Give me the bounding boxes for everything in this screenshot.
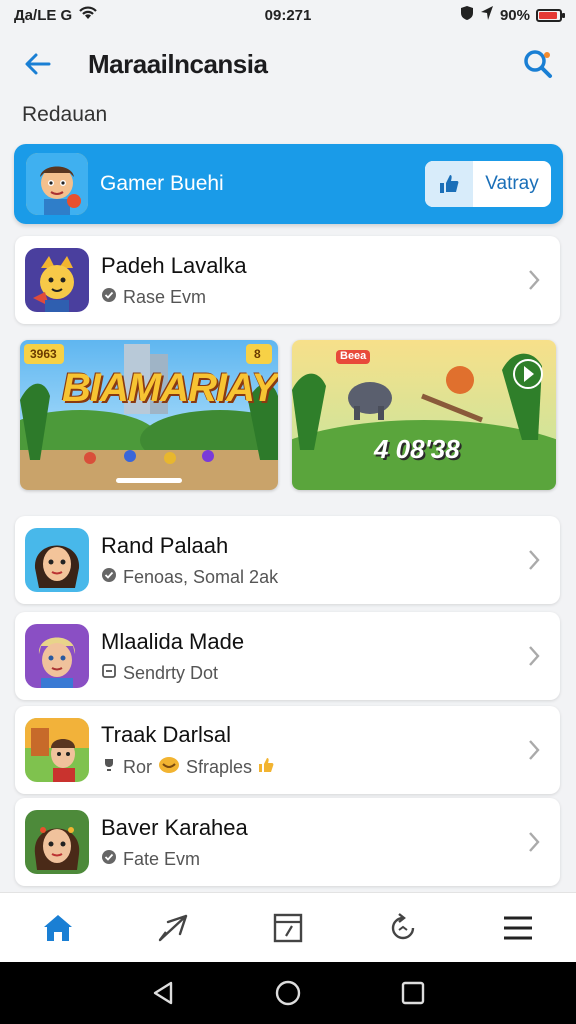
system-home-button[interactable] — [266, 971, 310, 1015]
featured-view-label: Vatray — [485, 173, 539, 194]
item-subtitle: Ror — [123, 756, 153, 777]
featured-card[interactable]: Gamer Buehi Vatray — [14, 144, 563, 224]
list-item-padeh[interactable]: Padeh Lavalka Rase Evm — [15, 236, 560, 324]
chevron-right-icon — [522, 644, 546, 668]
chevron-right-icon — [522, 830, 546, 854]
game-banner-right[interactable]: Beea 4 08'38 — [292, 340, 556, 490]
thumbs-up-icon — [258, 757, 274, 778]
edit-icon — [273, 913, 303, 942]
nav-send[interactable] — [143, 898, 203, 958]
refresh-icon — [391, 912, 415, 939]
triangle-back-icon — [153, 981, 172, 1005]
search-icon — [524, 50, 552, 78]
shield-icon — [460, 5, 474, 25]
bottom-nav — [0, 892, 576, 962]
system-recents-button[interactable] — [391, 971, 435, 1015]
nav-edit[interactable] — [258, 898, 318, 958]
item-subtitle: Fenoas, Somal 2ak — [123, 566, 279, 587]
banner-title: BIAMARIAY — [62, 366, 278, 410]
battery-fill — [539, 11, 557, 19]
section-heading: Redauan — [22, 103, 108, 126]
status-bar: Да/LE G 09:271 90% — [0, 0, 576, 30]
list-item-mlaalida[interactable]: Mlaalida Made Sendrty Dot — [15, 612, 560, 700]
game-banner-art — [20, 340, 278, 490]
clock: 09:271 — [264, 6, 312, 24]
location-icon — [480, 5, 494, 25]
menu-icon — [504, 916, 533, 939]
item-name: Mlaalida Made — [101, 628, 245, 654]
featured-avatar — [26, 153, 88, 215]
verified-icon — [101, 567, 117, 588]
banner-badge-left: 3963 — [30, 347, 57, 361]
item-subtitle: Sendrty Dot — [123, 662, 219, 683]
item-name: Padeh Lavalka — [101, 252, 247, 278]
featured-view-button[interactable]: Vatray — [425, 161, 551, 207]
banner-badge-right: 8 — [254, 347, 261, 361]
game-banner-art-2 — [292, 340, 556, 490]
thumbs-up-icon — [440, 175, 459, 193]
verified-icon — [101, 849, 117, 870]
app-bar: Maraailncansia — [0, 36, 576, 92]
battery-icon — [536, 8, 565, 22]
item-avatar — [25, 810, 89, 874]
send-icon — [158, 914, 187, 941]
item-subtitle: Rase Evm — [123, 286, 207, 307]
system-nav-bar — [0, 962, 576, 1024]
nav-menu[interactable] — [488, 898, 548, 958]
trophy-icon — [101, 757, 117, 778]
item-avatar — [25, 528, 89, 592]
nav-home[interactable] — [28, 898, 88, 958]
item-name: Rand Palaah — [101, 532, 229, 558]
featured-name: Gamer Buehi — [100, 172, 224, 195]
battery-percent: 90% — [499, 6, 530, 24]
chevron-right-icon — [522, 268, 546, 292]
game-banner-left[interactable]: BIAMARIAY 3963 8 — [20, 340, 278, 490]
verified-icon — [101, 287, 117, 308]
back-button[interactable] — [18, 44, 58, 84]
page-title: Maraailncansia — [88, 48, 268, 79]
chevron-right-icon — [522, 548, 546, 572]
banner-tag: Beea — [340, 350, 367, 362]
item-name: Baver Karahea — [101, 814, 248, 840]
list-item-baver[interactable]: Baver Karahea Fate Evm — [15, 798, 560, 886]
item-avatar — [25, 248, 89, 312]
emoji-icon — [158, 756, 180, 779]
nav-refresh[interactable] — [373, 898, 433, 958]
square-recents-icon — [402, 981, 425, 1005]
arrow-left-icon — [25, 53, 51, 75]
circle-home-icon — [275, 980, 301, 1006]
search-button[interactable] — [518, 44, 558, 84]
item-subtitle: Fate Evm — [123, 848, 201, 869]
badge-icon — [101, 663, 117, 684]
carrier-text: Да/LE G — [14, 6, 73, 24]
banner-score: 4 08'38 — [374, 434, 460, 464]
list-item-traak[interactable]: Traak Darlsal Ror Sfraples — [15, 706, 560, 794]
chevron-right-icon — [522, 738, 546, 762]
item-avatar — [25, 624, 89, 688]
system-back-button[interactable] — [141, 971, 185, 1015]
wifi-icon — [78, 5, 98, 25]
home-icon — [43, 914, 72, 941]
item-avatar — [25, 718, 89, 782]
item-subtitle-extra: Sfraples — [186, 756, 253, 777]
list-item-rand[interactable]: Rand Palaah Fenoas, Somal 2ak — [15, 516, 560, 604]
item-name: Traak Darlsal — [101, 721, 231, 747]
